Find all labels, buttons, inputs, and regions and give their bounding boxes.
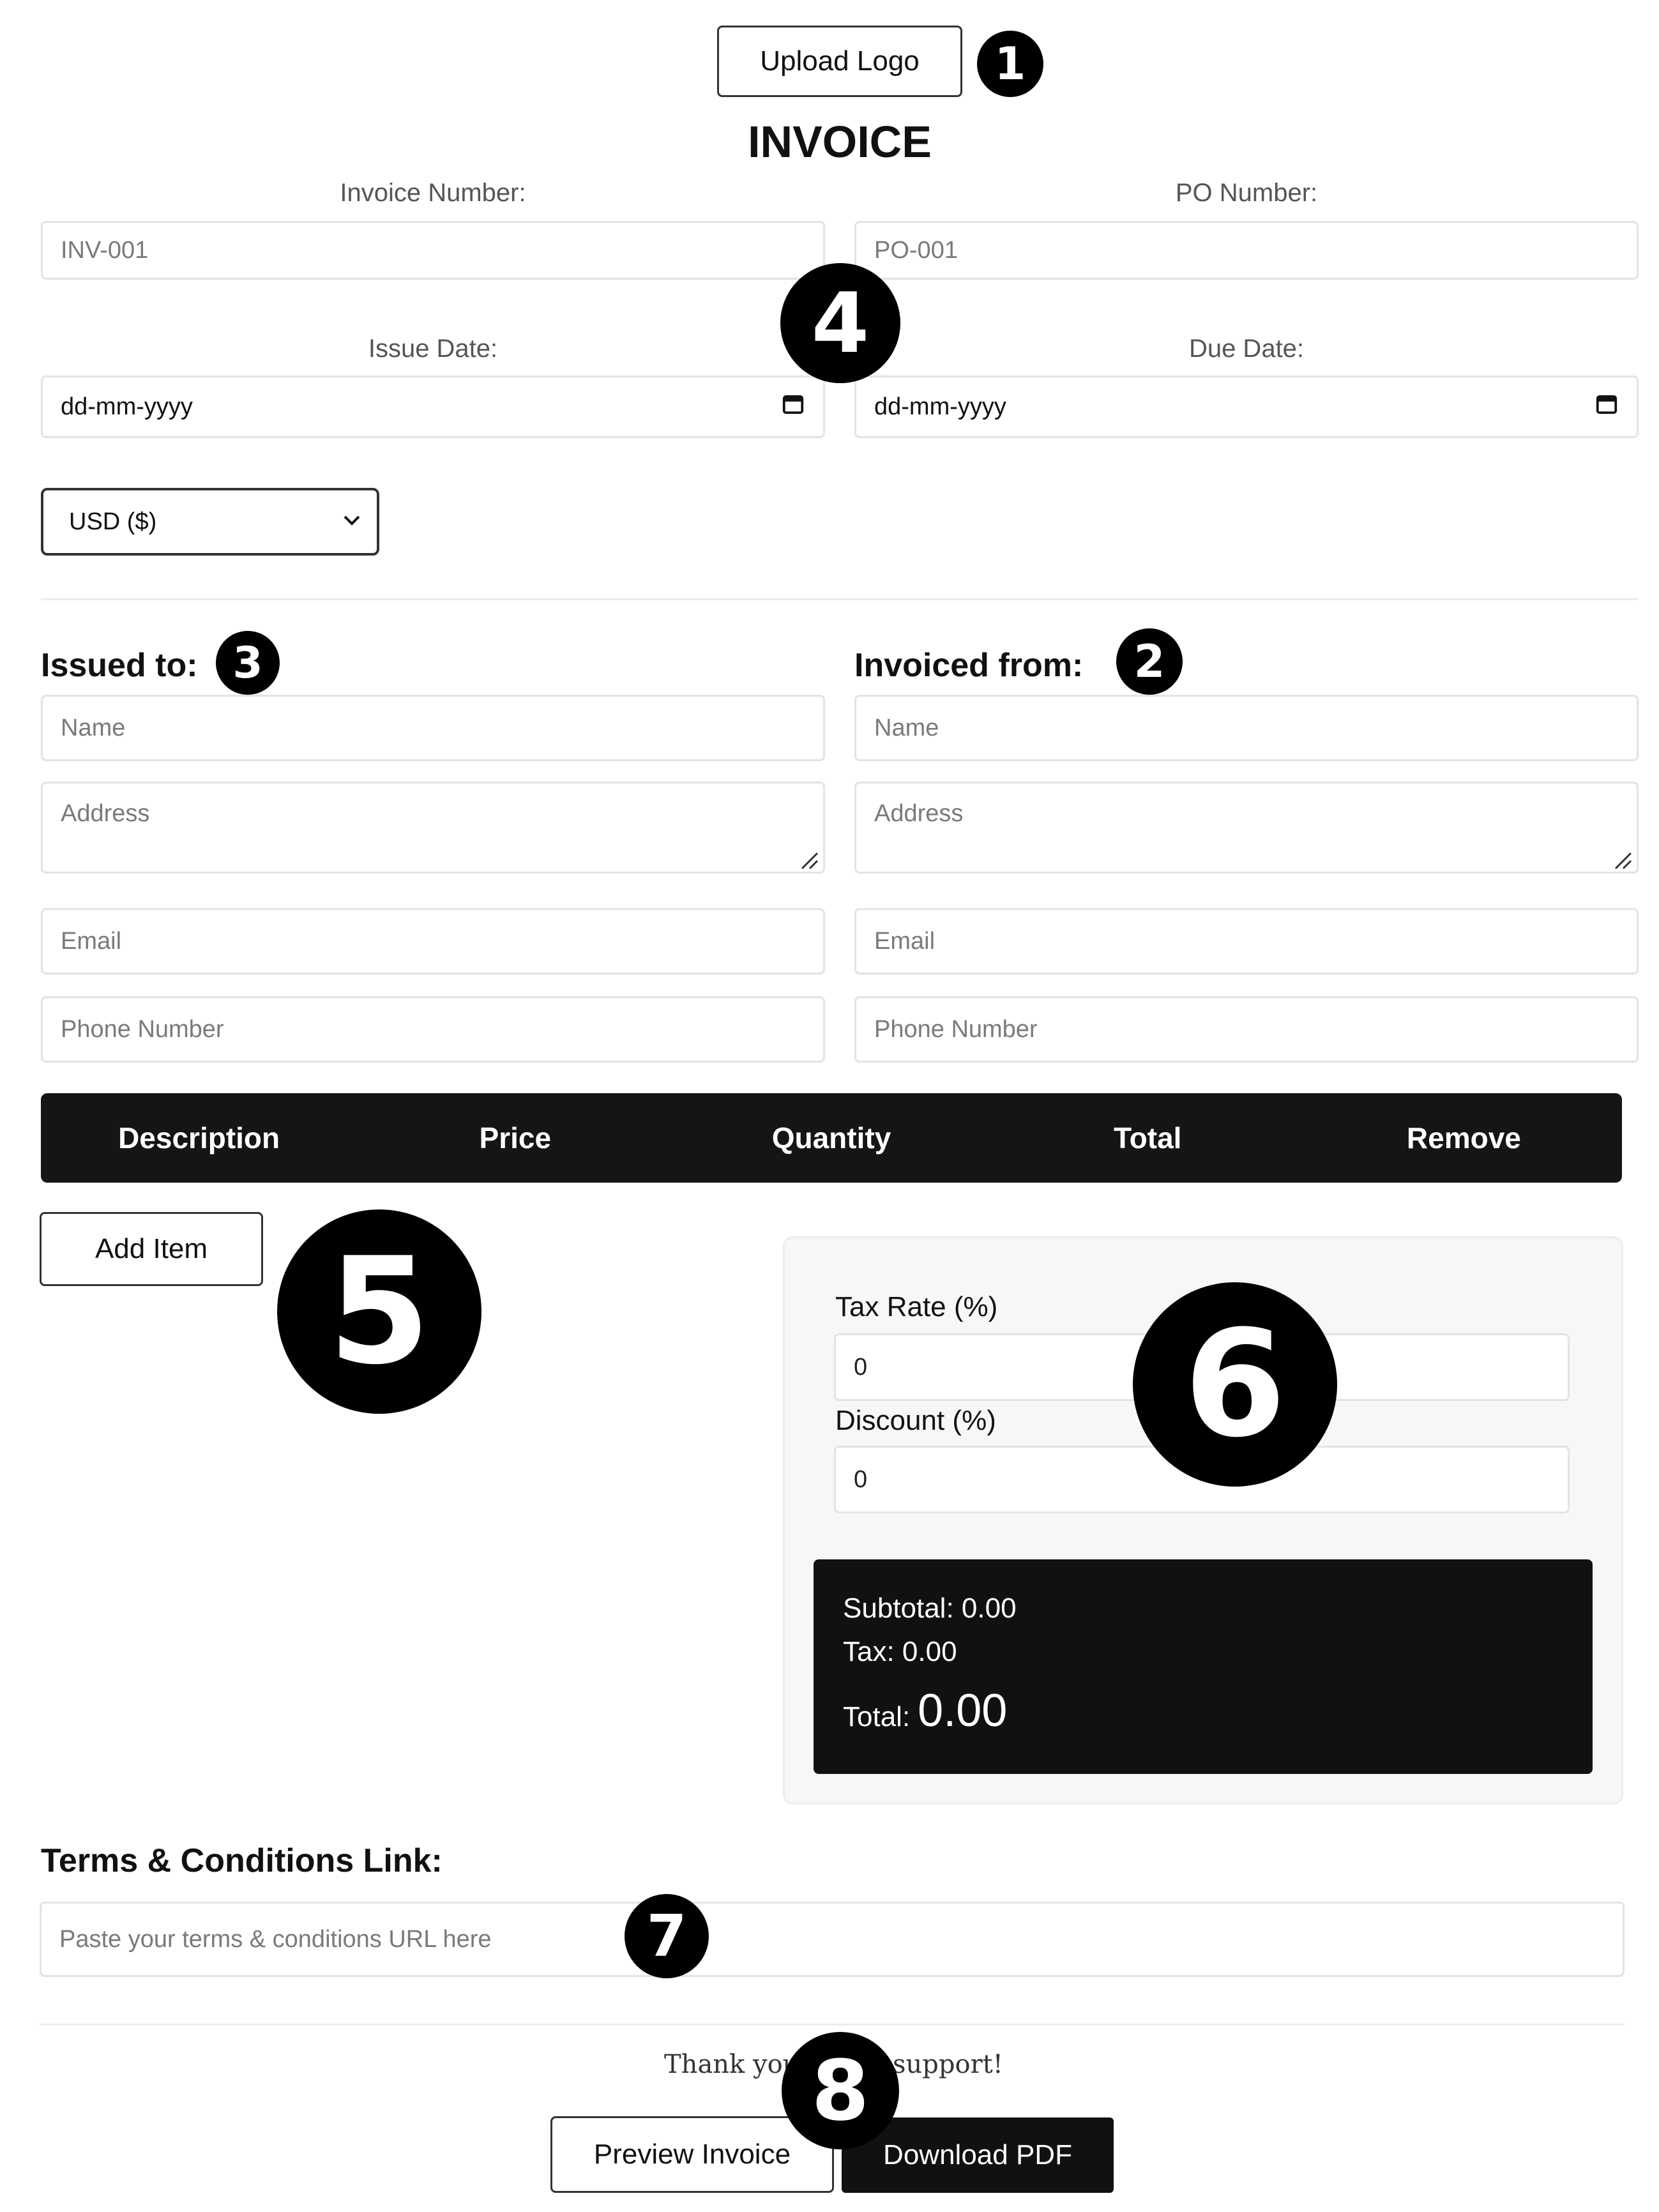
po-number-input[interactable] — [854, 221, 1639, 280]
discount-label: Discount (%) — [835, 1405, 996, 1436]
annotation-marker-3: 3 — [216, 631, 280, 695]
invoiced-from-name-input[interactable] — [854, 695, 1639, 761]
column-header-total: Total — [1113, 1121, 1182, 1155]
column-header-description: Description — [118, 1121, 280, 1155]
annotation-marker-1: 1 — [977, 31, 1043, 97]
totals-box: Subtotal: 0.00 Tax: 0.00 Total: 0.00 — [814, 1559, 1593, 1774]
calendar-icon[interactable] — [781, 391, 805, 422]
currency-selected-value: USD ($) — [69, 508, 157, 535]
subtotal-text: Subtotal: 0.00 — [843, 1593, 1017, 1624]
upload-logo-label: Upload Logo — [760, 45, 920, 77]
column-header-quantity: Quantity — [771, 1121, 891, 1155]
annotation-marker-6: 6 — [1133, 1282, 1337, 1487]
add-item-button[interactable]: Add Item — [40, 1212, 263, 1286]
total-label: Total: — [843, 1701, 911, 1732]
upload-logo-button[interactable]: Upload Logo — [717, 26, 962, 97]
annotation-marker-2: 2 — [1116, 628, 1183, 695]
column-header-price: Price — [479, 1121, 552, 1155]
currency-select[interactable]: USD ($) — [41, 488, 379, 556]
items-table-header: Description Price Quantity Total Remove — [41, 1093, 1622, 1183]
invoice-number-label: Invoice Number: — [340, 179, 526, 207]
preview-invoice-label: Preview Invoice — [593, 2139, 791, 2170]
resize-grip-icon[interactable] — [799, 852, 819, 873]
column-header-remove: Remove — [1406, 1121, 1521, 1155]
terms-title: Terms & Conditions Link: — [41, 1842, 443, 1879]
download-pdf-label: Download PDF — [883, 2139, 1072, 2170]
add-item-label: Add Item — [95, 1233, 208, 1264]
invoiced-from-title: Invoiced from: — [854, 647, 1084, 684]
thank-you-text-left: Thank you — [664, 2050, 799, 2079]
calendar-icon[interactable] — [1595, 391, 1619, 422]
invoiced-from-phone-input[interactable] — [854, 996, 1639, 1063]
due-date-value: dd-mm-yyyy — [874, 393, 1006, 420]
page-title: INVOICE — [748, 117, 932, 167]
tax-text: Tax: 0.00 — [843, 1636, 957, 1667]
total-line: Total: 0.00 — [843, 1685, 1007, 1737]
issue-date-value: dd-mm-yyyy — [61, 393, 193, 420]
annotation-marker-5: 5 — [277, 1209, 481, 1414]
issued-to-address-input[interactable] — [41, 782, 825, 874]
invoiced-from-email-input[interactable] — [854, 908, 1639, 974]
annotation-marker-7: 7 — [625, 1894, 709, 1978]
issued-to-title: Issued to: — [41, 647, 198, 684]
annotation-marker-8: 8 — [782, 2032, 899, 2149]
issued-to-phone-input[interactable] — [41, 996, 825, 1063]
terms-url-input[interactable] — [40, 1902, 1625, 1977]
annotation-marker-4: 4 — [780, 263, 900, 383]
due-date-input[interactable]: dd-mm-yyyy — [854, 375, 1639, 438]
issued-to-email-input[interactable] — [41, 908, 825, 974]
issue-date-input[interactable]: dd-mm-yyyy — [41, 375, 825, 438]
issue-date-label: Issue Date: — [368, 335, 498, 363]
total-value: 0.00 — [918, 1685, 1008, 1736]
invoice-number-input[interactable] — [41, 221, 825, 280]
chevron-down-icon — [342, 514, 361, 530]
section-divider — [41, 598, 1639, 600]
thank-you-text-right: support! — [893, 2050, 1003, 2079]
po-number-label: PO Number: — [1175, 179, 1318, 207]
invoiced-from-address-input[interactable] — [854, 782, 1639, 874]
due-date-label: Due Date: — [1188, 335, 1305, 363]
preview-invoice-button[interactable]: Preview Invoice — [550, 2116, 834, 2193]
tax-rate-label: Tax Rate (%) — [835, 1291, 998, 1322]
issued-to-name-input[interactable] — [41, 695, 825, 761]
resize-grip-icon[interactable] — [1613, 852, 1632, 873]
footer-divider — [40, 2024, 1625, 2026]
